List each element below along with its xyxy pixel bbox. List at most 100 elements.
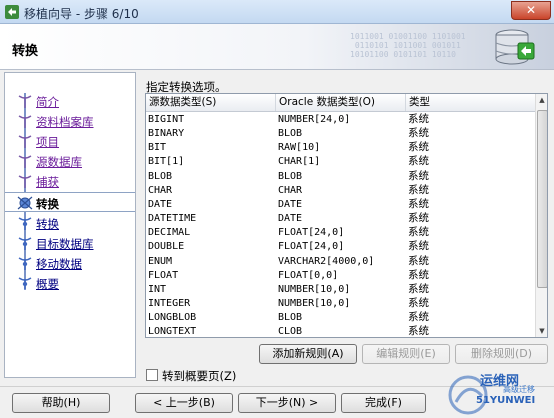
- cell-kind: 系统: [408, 169, 429, 182]
- cell-oracle-type: VARCHAR2[4000,0]: [278, 255, 375, 267]
- watermark-caption: 高级迁移: [503, 385, 535, 394]
- wizard-header: 转换 1011001 01001100 1101001 0110101 1011…: [0, 24, 554, 70]
- cell-source-type: FLOAT: [148, 269, 179, 281]
- table-row[interactable]: LONGTEXT CLOB 系统: [146, 324, 535, 338]
- cell-kind: 系统: [408, 268, 429, 281]
- pending-step-icon: [18, 257, 32, 270]
- cell-kind: 系统: [408, 226, 429, 239]
- help-button[interactable]: 帮助(H): [12, 393, 110, 413]
- pending-step-icon: [18, 277, 32, 290]
- nav-step-label: 项目: [36, 135, 59, 149]
- cell-source-type: BINARY: [148, 128, 185, 140]
- table-scrollbar[interactable]: ▲ ▼: [535, 94, 547, 337]
- cell-kind: 系统: [408, 254, 429, 267]
- completed-step-icon: [18, 155, 32, 168]
- close-button[interactable]: ✕: [511, 1, 551, 20]
- table-row[interactable]: BLOB BLOB 系统: [146, 169, 535, 184]
- goto-summary-checkbox[interactable]: [146, 369, 158, 381]
- table-row[interactable]: FLOAT FLOAT[0,0] 系统: [146, 268, 535, 283]
- nav-step-7[interactable]: 转换: [5, 213, 135, 233]
- table-row[interactable]: ENUM VARCHAR2[4000,0] 系统: [146, 254, 535, 269]
- cell-oracle-type: CHAR[1]: [278, 156, 321, 168]
- scroll-thumb[interactable]: [537, 110, 547, 288]
- cell-oracle-type: BLOB: [278, 312, 303, 324]
- cell-oracle-type: NUMBER[10,0]: [278, 283, 351, 295]
- table-row[interactable]: LONGBLOB BLOB 系统: [146, 310, 535, 325]
- cell-source-type: DATE: [148, 198, 173, 210]
- nav-step-9[interactable]: 移动数据: [5, 253, 135, 273]
- pending-step-icon: [18, 237, 32, 250]
- cell-oracle-type: DATE: [278, 213, 303, 225]
- table-row[interactable]: INTEGER NUMBER[10,0] 系统: [146, 296, 535, 311]
- nav-step-3[interactable]: 项目: [5, 131, 135, 151]
- scroll-up-icon[interactable]: ▲: [536, 94, 547, 106]
- page-title: 转换: [12, 44, 39, 59]
- cell-oracle-type: FLOAT[0,0]: [278, 269, 339, 281]
- cell-source-type: INTEGER: [148, 297, 191, 309]
- cell-source-type: BIGINT: [148, 114, 185, 125]
- table-header: 源数据类型(S) Oracle 数据类型(O) 类型: [146, 94, 535, 112]
- completed-step-icon: [18, 95, 32, 108]
- nav-step-8[interactable]: 目标数据库: [5, 233, 135, 253]
- finish-button[interactable]: 完成(F): [341, 393, 426, 413]
- cell-source-type: DOUBLE: [148, 241, 185, 253]
- nav-step-label: 捕获: [36, 175, 59, 189]
- cell-source-type: BIT[1]: [148, 156, 185, 168]
- delete-rule-button[interactable]: 删除规则(D): [455, 344, 548, 364]
- edit-rule-button[interactable]: 编辑规则(E): [362, 344, 450, 364]
- completed-step-icon: [18, 135, 32, 148]
- table-row[interactable]: BIT[1] CHAR[1] 系统: [146, 154, 535, 169]
- completed-step-icon: [18, 175, 32, 188]
- column-header-oracle-type[interactable]: Oracle 数据类型(O): [276, 94, 406, 111]
- column-header-source-type[interactable]: 源数据类型(S): [146, 94, 276, 111]
- nav-step-1[interactable]: 简介: [5, 91, 135, 111]
- next-button[interactable]: 下一步(N) >: [238, 393, 336, 413]
- cell-oracle-type: BLOB: [278, 128, 303, 140]
- watermark-brand: 51YUNWEI: [476, 395, 536, 406]
- cell-source-type: BIT: [148, 142, 167, 154]
- cell-oracle-type: NUMBER[10,0]: [278, 297, 351, 309]
- cell-source-type: ENUM: [148, 255, 173, 267]
- nav-step-5[interactable]: 捕获: [5, 171, 135, 191]
- cell-oracle-type: FLOAT[24,0]: [278, 227, 345, 239]
- nav-step-label: 转换: [36, 217, 59, 231]
- cell-kind: 系统: [408, 325, 429, 338]
- table-row[interactable]: DATETIME DATE 系统: [146, 211, 535, 226]
- table-row[interactable]: BIGINT NUMBER[24,0] 系统: [146, 112, 535, 127]
- column-header-kind[interactable]: 类型: [406, 94, 535, 111]
- nav-step-2[interactable]: 资料档案库: [5, 111, 135, 131]
- cell-source-type: LONGBLOB: [148, 312, 197, 324]
- pending-step-icon: [18, 217, 32, 230]
- table-row[interactable]: DOUBLE FLOAT[24,0] 系统: [146, 239, 535, 254]
- table-row[interactable]: DECIMAL FLOAT[24,0] 系统: [146, 225, 535, 240]
- table-row[interactable]: DATE DATE 系统: [146, 197, 535, 212]
- nav-step-4[interactable]: 源数据库: [5, 151, 135, 171]
- binary-decoration: 1011001 01001100 1101001 0110101 1011001…: [350, 32, 466, 59]
- table-row[interactable]: BIT RAW[10] 系统: [146, 140, 535, 155]
- goto-summary-label: 转到概要页(Z): [162, 369, 237, 383]
- cell-oracle-type: CLOB: [278, 326, 303, 338]
- cell-source-type: INT: [148, 283, 167, 295]
- table-row[interactable]: INT NUMBER[10,0] 系统: [146, 282, 535, 297]
- type-mapping-table[interactable]: 源数据类型(S) Oracle 数据类型(O) 类型 BIGINT NUMBER[…: [145, 93, 548, 338]
- cell-oracle-type: RAW[10]: [278, 142, 321, 154]
- table-row[interactable]: CHAR CHAR 系统: [146, 183, 535, 198]
- cell-source-type: DATETIME: [148, 213, 197, 225]
- completed-step-icon: [18, 115, 32, 128]
- add-rule-button[interactable]: 添加新规则(A): [259, 344, 357, 364]
- table-row[interactable]: BINARY BLOB 系统: [146, 126, 535, 141]
- back-button[interactable]: < 上一步(B): [135, 393, 233, 413]
- scroll-down-icon[interactable]: ▼: [536, 325, 547, 337]
- window-title: 移植向导 - 步骤 6/10: [24, 7, 139, 21]
- nav-step-label: 资料档案库: [36, 115, 94, 129]
- cell-oracle-type: CHAR: [278, 184, 303, 196]
- nav-step-label: 目标数据库: [36, 237, 94, 251]
- nav-step-10[interactable]: 概要: [5, 273, 135, 293]
- cell-kind: 系统: [408, 113, 429, 125]
- nav-step-6: 转换: [5, 192, 135, 212]
- cell-kind: 系统: [408, 127, 429, 140]
- cell-kind: 系统: [408, 141, 429, 154]
- cell-oracle-type: NUMBER[24,0]: [278, 114, 351, 125]
- current-step-icon: [17, 196, 33, 210]
- cell-oracle-type: BLOB: [278, 170, 303, 182]
